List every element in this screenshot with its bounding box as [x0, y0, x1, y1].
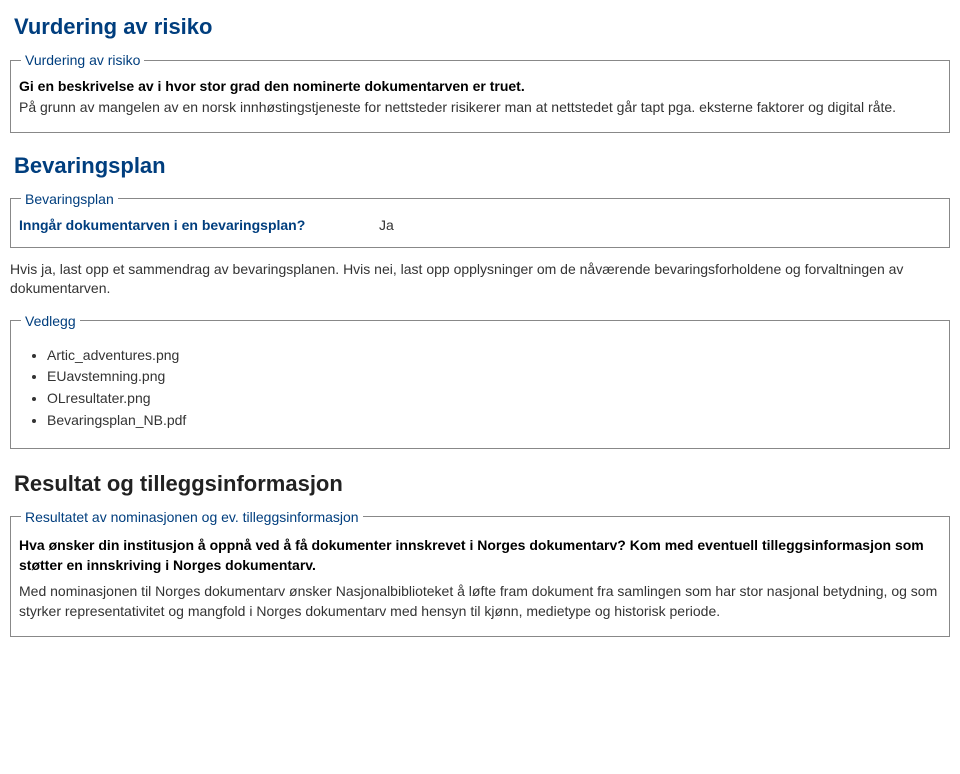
preservation-instruction: Hvis ja, last opp et sammendrag av bevar…: [10, 260, 950, 299]
legend-result: Resultatet av nominasjonen og ev. tilleg…: [21, 509, 363, 525]
risk-body: På grunn av mangelen av en norsk innhøst…: [19, 98, 941, 118]
attachment-item: EUavstemning.png: [47, 366, 941, 388]
attachment-list: Artic_adventures.png EUavstemning.png OL…: [47, 345, 941, 432]
legend-attachments: Vedlegg: [21, 313, 80, 329]
fieldset-risk: Vurdering av risiko Gi en beskrivelse av…: [10, 52, 950, 133]
section-title-result: Resultat og tilleggsinformasjon: [0, 461, 960, 501]
fieldset-result: Resultatet av nominasjonen og ev. tilleg…: [10, 509, 950, 637]
attachment-item: Bevaringsplan_NB.pdf: [47, 410, 941, 432]
risk-prompt: Gi en beskrivelse av i hvor stor grad de…: [19, 78, 941, 94]
section-title-risk: Vurdering av risiko: [0, 6, 960, 44]
section-title-preservation: Bevaringsplan: [0, 145, 960, 183]
preservation-qa-row: Inngår dokumentarven i en bevaringsplan?…: [19, 217, 941, 233]
legend-risk: Vurdering av risiko: [21, 52, 144, 68]
preservation-question: Inngår dokumentarven i en bevaringsplan?: [19, 217, 379, 233]
fieldset-preservation: Bevaringsplan Inngår dokumentarven i en …: [10, 191, 950, 248]
result-question: Hva ønsker din institusjon å oppnå ved å…: [19, 535, 941, 576]
result-answer: Med nominasjonen til Norges dokumentarv …: [19, 581, 941, 622]
preservation-answer: Ja: [379, 217, 394, 233]
fieldset-attachments: Vedlegg Artic_adventures.png EUavstemnin…: [10, 313, 950, 449]
legend-preservation: Bevaringsplan: [21, 191, 118, 207]
attachment-item: OLresultater.png: [47, 388, 941, 410]
attachment-item: Artic_adventures.png: [47, 345, 941, 367]
